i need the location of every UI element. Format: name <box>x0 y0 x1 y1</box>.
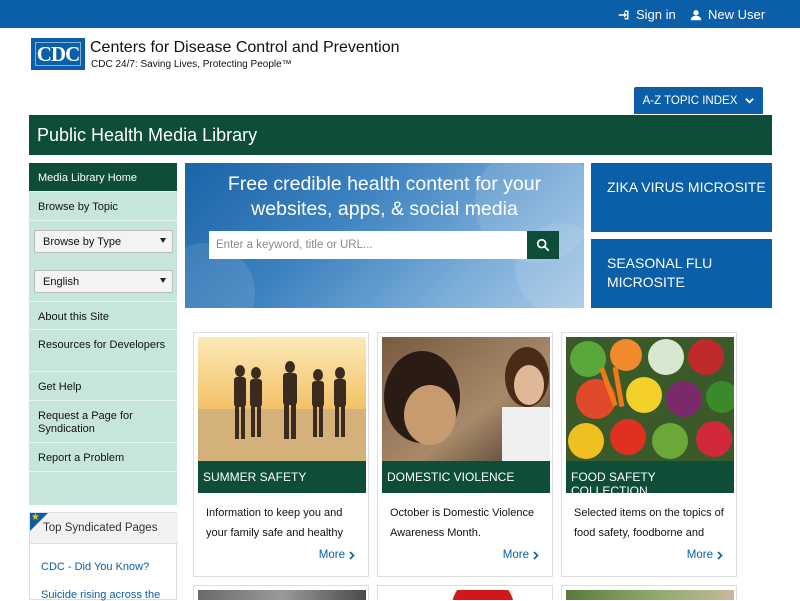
more-link[interactable]: More <box>319 549 355 561</box>
search-button[interactable] <box>527 231 559 259</box>
sign-in-link[interactable]: Sign in <box>618 7 676 22</box>
chevron-right-icon <box>349 550 355 560</box>
summer-photo <box>198 337 366 461</box>
sidebar-nav: Media Library Home Browse by Topic Brows… <box>29 163 177 505</box>
sidebar-item-browse-topic[interactable]: Browse by Topic <box>29 192 177 221</box>
card-label: SUMMER SAFETY <box>198 461 366 493</box>
user-icon <box>690 9 702 20</box>
domestic-violence-photo <box>382 337 550 461</box>
feature-card-partial[interactable] <box>377 585 553 600</box>
star-icon: ★ <box>31 512 40 523</box>
new-user-link[interactable]: New User <box>690 7 765 22</box>
sidebar-item-report-problem[interactable]: Report a Problem <box>29 443 177 472</box>
sidebar-item-help[interactable]: Get Help <box>29 372 177 401</box>
card-label: DOMESTIC VIOLENCE <box>382 461 550 493</box>
sidebar-item-home[interactable]: Media Library Home <box>29 163 177 192</box>
caret-down-icon <box>160 238 166 243</box>
page-title: Public Health Media Library <box>37 125 258 145</box>
top-bar: Sign in New User <box>0 0 800 28</box>
browse-by-type-select[interactable]: Browse by Type <box>34 230 173 253</box>
chevron-right-icon <box>533 550 539 560</box>
sidebar-item-developers[interactable]: Resources for Developers <box>29 330 177 372</box>
sidebar-item-request-syndication[interactable]: Request a Page for Syndication <box>29 401 177 443</box>
az-topic-index-button[interactable]: A-Z TOPIC INDEX <box>634 87 763 114</box>
card-label: FOOD SAFETY COLLECTION <box>566 461 734 498</box>
top-syndicated-header: Top Syndicated Pages <box>30 513 178 544</box>
vegetables-photo <box>566 337 734 461</box>
new-user-label: New User <box>708 7 766 22</box>
org-name: Centers for Disease Control and Preventi… <box>90 39 400 56</box>
chevron-down-icon <box>745 98 755 104</box>
hero-headline: Free credible health content for your we… <box>227 173 542 220</box>
card-description: Selected items on the topics of food saf… <box>574 507 724 539</box>
syndicated-link[interactable]: CDC - Did You Know? <box>41 561 149 573</box>
search-icon <box>536 238 550 252</box>
az-topic-index-label: A-Z TOPIC INDEX <box>642 94 738 107</box>
page-title-bar: Public Health Media Library <box>29 115 772 155</box>
tagline: CDC 24/7: Saving Lives, Protecting Peopl… <box>91 59 292 70</box>
hero-banner: Free credible health content for your we… <box>185 163 584 308</box>
feature-card-domestic-violence[interactable]: DOMESTIC VIOLENCE October is Domestic Vi… <box>377 332 553 577</box>
card-photo <box>566 590 734 600</box>
flu-microsite-tile[interactable]: SEASONAL FLU MICROSITE <box>591 239 772 308</box>
sign-in-icon <box>618 10 629 19</box>
feature-card-summer[interactable]: SUMMER SAFETY Information to keep you an… <box>193 332 369 577</box>
cdc-logo[interactable]: CDC <box>31 38 85 70</box>
card-photo <box>382 590 550 600</box>
caret-down-icon <box>160 278 166 283</box>
more-link[interactable]: More <box>503 549 539 561</box>
card-description: Information to keep you and your family … <box>206 507 343 539</box>
feature-card-partial[interactable] <box>561 585 737 600</box>
feature-card-food-safety[interactable]: FOOD SAFETY COLLECTION Selected items on… <box>561 332 737 577</box>
card-description: October is Domestic Violence Awareness M… <box>390 507 535 539</box>
sidebar-item-about[interactable]: About this Site <box>29 301 177 330</box>
top-syndicated-pages: Top Syndicated Pages ★ CDC - Did You Kno… <box>29 512 178 601</box>
language-select[interactable]: English <box>34 270 173 293</box>
card-photo <box>198 590 366 600</box>
syndicated-link[interactable]: Suicide rising across the <box>41 589 160 601</box>
sign-in-label: Sign in <box>636 7 676 22</box>
more-link[interactable]: More <box>687 549 723 561</box>
feature-card-partial[interactable] <box>193 585 369 600</box>
zika-microsite-tile[interactable]: ZIKA VIRUS MICROSITE <box>591 163 772 232</box>
chevron-right-icon <box>717 550 723 560</box>
search-input[interactable]: Enter a keyword, title or URL... <box>209 231 527 259</box>
